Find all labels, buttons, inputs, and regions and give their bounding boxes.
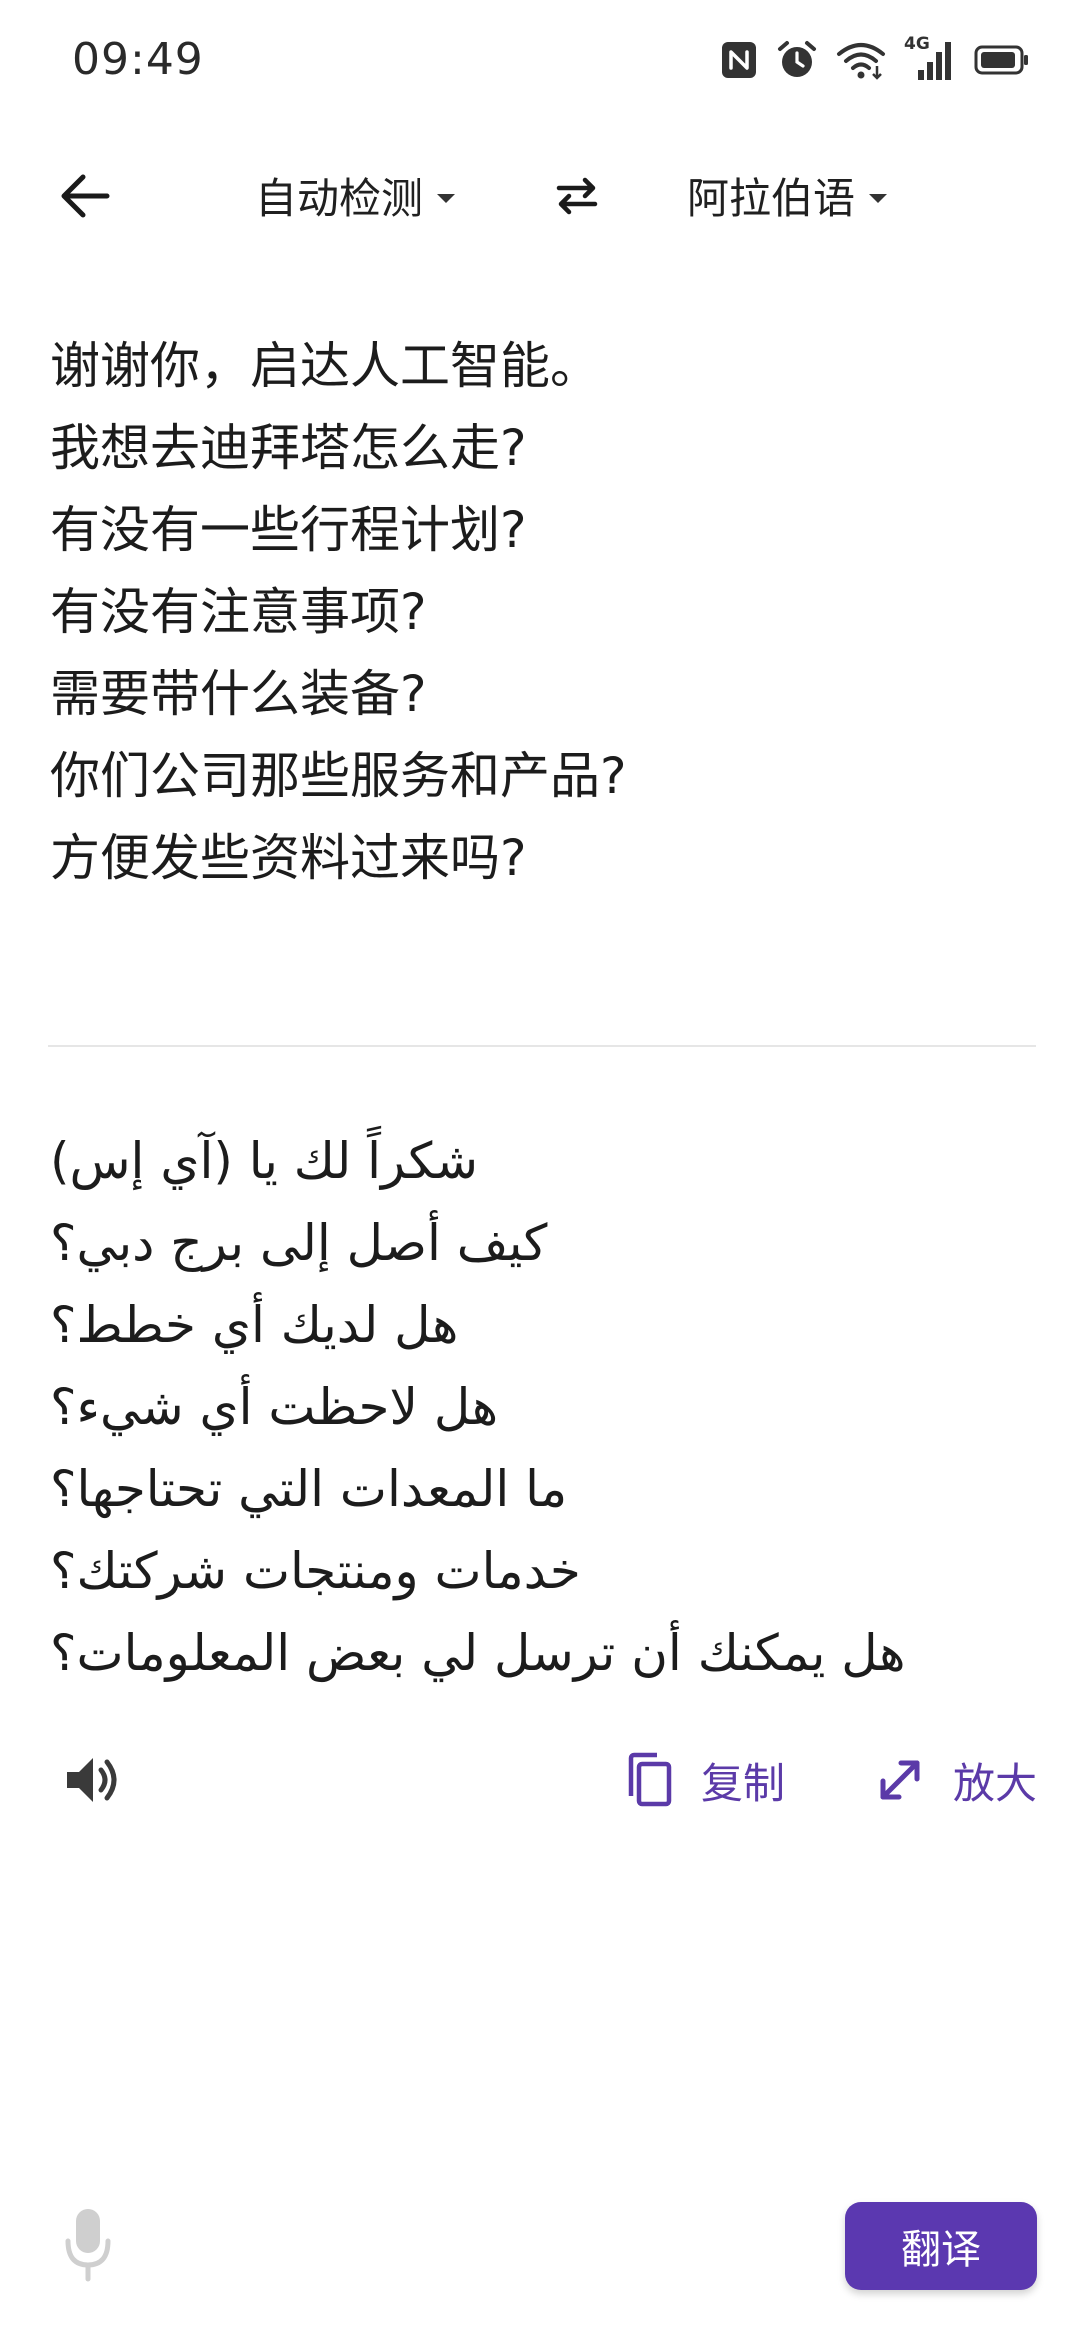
battery-icon bbox=[974, 45, 1030, 75]
translated-text-line: هل يمكنك أن ترسل لي بعض المعلومات؟ bbox=[50, 1624, 906, 1682]
translated-text-line: هل لاحظت أي شيء؟ bbox=[50, 1378, 499, 1436]
source-text-area[interactable]: 谢谢你，启达人工智能。 我想去迪拜塔怎么走? 有没有一些行程计划? 有没有注意事… bbox=[50, 325, 1030, 899]
cellular-signal-icon: 4G bbox=[904, 34, 956, 82]
wifi-icon bbox=[836, 40, 886, 80]
source-text-line: 需要带什么装备? bbox=[50, 665, 427, 723]
copy-icon bbox=[628, 1752, 672, 1807]
speak-button[interactable] bbox=[58, 1745, 128, 1815]
swap-languages-button[interactable] bbox=[548, 166, 606, 226]
zoom-label: 放大 bbox=[953, 1758, 1038, 1808]
caret-down-icon bbox=[437, 193, 456, 203]
translated-text-line: هل لديك أي خطط؟ bbox=[50, 1296, 459, 1354]
microphone-icon bbox=[65, 2209, 111, 2282]
arrow-left-icon bbox=[61, 174, 110, 218]
source-language-label: 自动检测 bbox=[255, 173, 424, 223]
translated-text-line: شكراً لك يا (آي إس) bbox=[50, 1132, 479, 1190]
copy-button[interactable]: 复制 bbox=[625, 1749, 785, 1811]
expand-arrows-icon bbox=[880, 1760, 920, 1800]
copy-label: 复制 bbox=[701, 1758, 786, 1808]
nfc-icon bbox=[720, 40, 758, 80]
source-text-line: 你们公司那些服务和产品? bbox=[50, 747, 627, 805]
translated-text-area: شكراً لك يا (آي إس) كيف أصل إلى برج دبي؟… bbox=[50, 1120, 1030, 1694]
back-button[interactable] bbox=[50, 166, 120, 226]
translated-text-line: ما المعدات التي تحتاجها؟ bbox=[50, 1460, 568, 1518]
voice-input-button[interactable] bbox=[60, 2205, 116, 2285]
source-language-select[interactable]: 自动检测 bbox=[255, 162, 456, 228]
source-text-line: 我想去迪拜塔怎么走? bbox=[50, 419, 527, 477]
target-language-select[interactable]: 阿拉伯语 bbox=[687, 162, 888, 228]
source-text-line: 方便发些资料过来吗? bbox=[50, 829, 527, 887]
speaker-icon bbox=[67, 1758, 117, 1802]
translate-button[interactable]: 翻译 bbox=[845, 2202, 1037, 2290]
source-text-line: 有没有一些行程计划? bbox=[50, 501, 527, 559]
target-language-label: 阿拉伯语 bbox=[687, 173, 856, 223]
translated-text-line: خدمات ومنتجات شركتك؟ bbox=[50, 1542, 581, 1600]
status-time: 09:49 bbox=[72, 34, 204, 85]
caret-down-icon bbox=[869, 193, 888, 203]
translated-text-line: كيف أصل إلى برج دبي؟ bbox=[50, 1214, 548, 1272]
swap-arrows-icon bbox=[556, 177, 598, 215]
translation-toolbar: 自动检测 阿拉伯语 bbox=[0, 140, 1080, 250]
source-text-line: 有没有注意事项? bbox=[50, 583, 427, 641]
status-icons: 4G bbox=[720, 34, 1030, 84]
section-divider bbox=[48, 1045, 1036, 1047]
source-text-line: 谢谢你，启达人工智能。 bbox=[50, 337, 600, 395]
translation-actions: 复制 放大 bbox=[0, 1745, 1080, 1815]
status-bar: 09:49 4G bbox=[0, 0, 1080, 120]
alarm-icon bbox=[776, 39, 818, 81]
zoom-button[interactable]: 放大 bbox=[875, 1749, 1037, 1811]
